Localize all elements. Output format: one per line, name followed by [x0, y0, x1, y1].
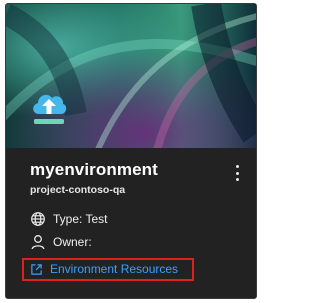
type-row: Type: Test — [30, 210, 107, 228]
environment-resources-label[interactable]: Environment Resources — [50, 262, 178, 276]
environment-card[interactable]: myenvironment project-contoso-qa Type: T… — [5, 3, 257, 299]
environment-resources-link[interactable]: Environment Resources — [30, 260, 178, 278]
more-vertical-icon[interactable] — [228, 162, 246, 184]
owner-label: Owner: — [53, 235, 92, 249]
card-body: myenvironment project-contoso-qa Type: T… — [6, 148, 256, 298]
environment-name: myenvironment — [30, 160, 158, 179]
card-banner — [6, 4, 256, 148]
open-external-icon — [31, 263, 42, 275]
cloud-upload-icon — [33, 94, 67, 124]
globe-icon — [31, 212, 45, 226]
type-label: Type: Test — [53, 212, 108, 226]
project-name: project-contoso-qa — [30, 184, 126, 196]
person-icon — [31, 235, 45, 250]
owner-row: Owner: — [30, 233, 92, 251]
